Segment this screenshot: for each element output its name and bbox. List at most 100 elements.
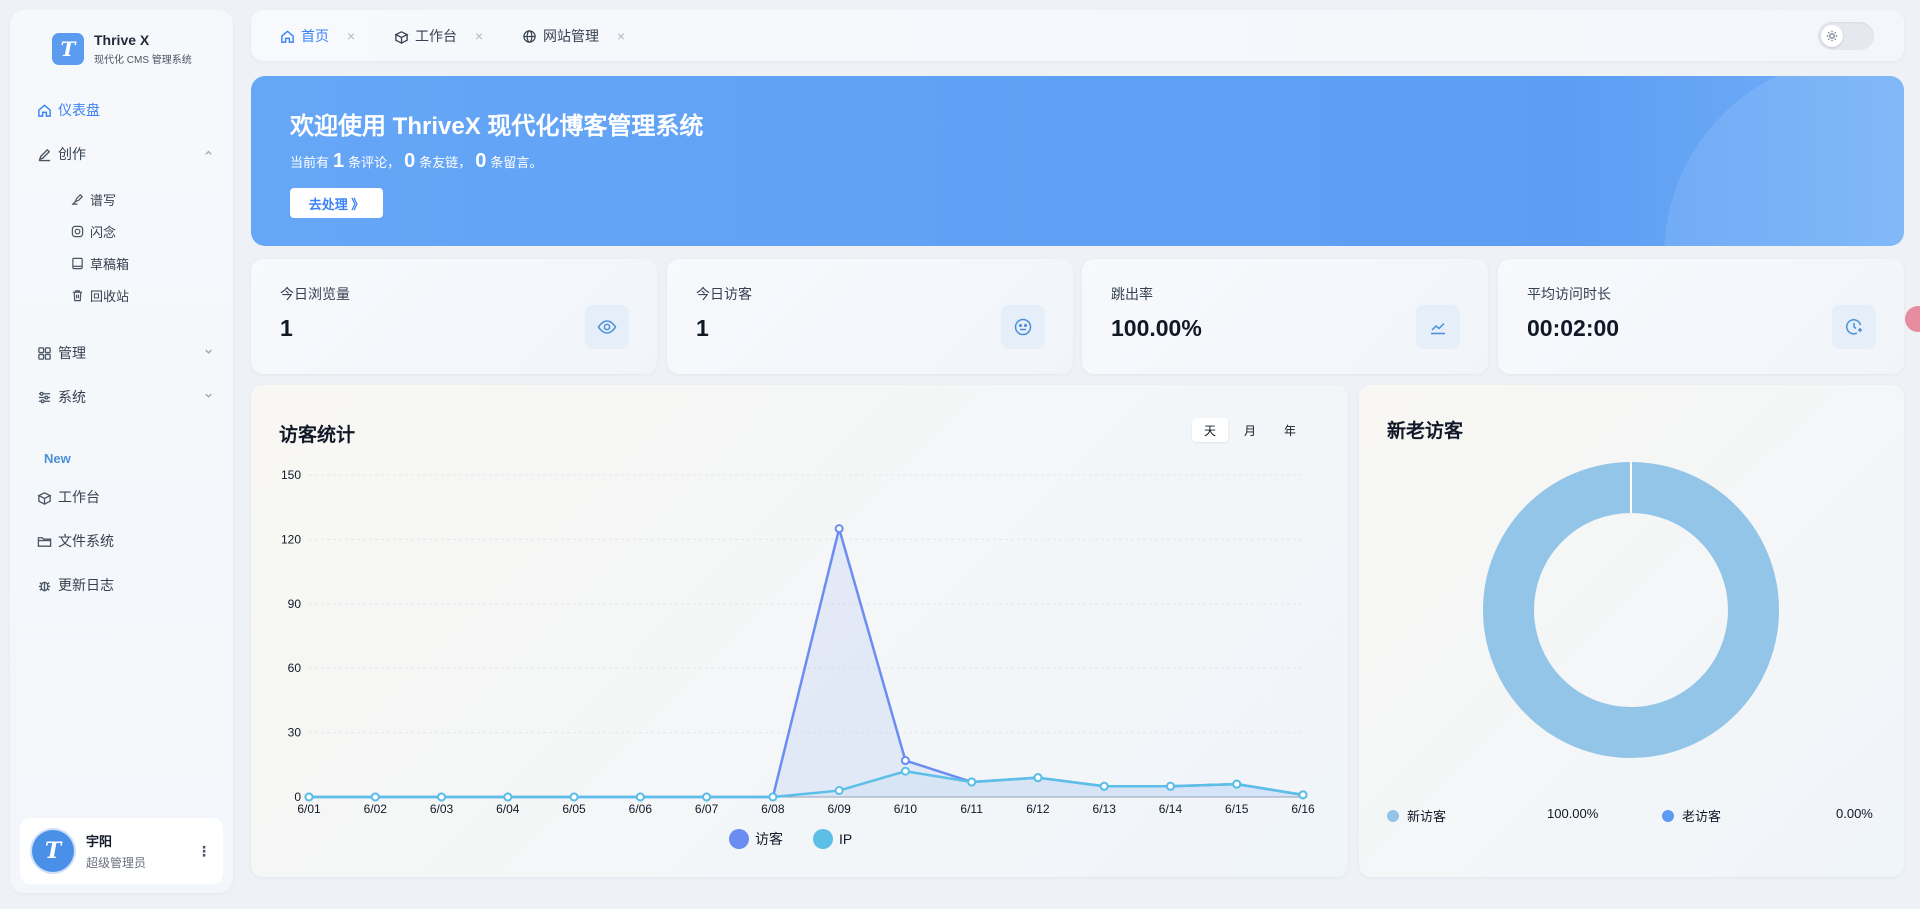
- legend-ip-swatch: [813, 829, 833, 849]
- sidebar-subitem-label: 闪念: [90, 224, 117, 240]
- close-icon[interactable]: ×: [617, 28, 625, 44]
- camera-icon: [70, 224, 84, 238]
- data-point: [967, 777, 977, 787]
- y-tick-label: 30: [288, 726, 302, 740]
- x-tick-label: 6/10: [894, 802, 918, 816]
- quill-icon: [70, 192, 84, 206]
- sidebar-item-label: 文件系统: [58, 533, 114, 549]
- chevron-down-icon: [203, 390, 214, 404]
- sidebar-item-dashboard[interactable]: 仪表盘: [36, 98, 226, 122]
- workbench-icon: [393, 28, 409, 44]
- process-button[interactable]: 去处理 》: [290, 188, 383, 218]
- close-icon[interactable]: ×: [475, 28, 483, 44]
- data-point: [1298, 790, 1308, 800]
- brand-name: Thrive X: [94, 32, 150, 48]
- link-label: 条友链，: [419, 155, 472, 170]
- clock-icon: [1832, 305, 1876, 349]
- sidebar-item-label: 工作台: [58, 489, 100, 505]
- legend-new-label: 新访客: [1407, 809, 1447, 824]
- data-point: [1033, 773, 1043, 783]
- stat-value: 1: [696, 315, 709, 341]
- legend-ip[interactable]: IP: [813, 829, 852, 849]
- x-tick-label: 6/13: [1093, 802, 1117, 816]
- home-icon: [36, 102, 52, 118]
- user-card[interactable]: T 宇阳 超级管理员 ⋮: [20, 818, 223, 884]
- link-count: 0: [404, 150, 416, 172]
- floating-badge[interactable]: [1905, 306, 1920, 332]
- data-point: [834, 524, 844, 534]
- legend-ip-label: IP: [839, 831, 853, 847]
- legend-new-swatch: [1387, 809, 1399, 822]
- visitor-donut-chart: [1483, 462, 1779, 758]
- sidebar-item-changelog[interactable]: 更新日志: [36, 573, 226, 597]
- sidebar-subitem-write[interactable]: 谱写: [70, 188, 116, 210]
- sidebar-item-label: 系统: [58, 389, 86, 405]
- data-point: [900, 756, 910, 766]
- comment-label: 条评论，: [348, 155, 401, 170]
- theme-toggle[interactable]: [1818, 22, 1874, 50]
- sidebar-subitem-trash[interactable]: 回收站: [70, 284, 129, 306]
- sidebar-item-system[interactable]: 系统: [36, 385, 226, 409]
- tab-workbench[interactable]: 工作台 ×: [393, 26, 483, 46]
- data-point: [635, 792, 645, 802]
- workbench-icon: [36, 489, 52, 505]
- legend-new-visitors[interactable]: 新访客: [1387, 806, 1446, 825]
- tab-home[interactable]: 首页 ×: [279, 26, 355, 46]
- sidebar-item-manage[interactable]: 管理: [36, 341, 226, 365]
- stat-card-bounce-rate: 跳出率 100.00%: [1082, 259, 1488, 374]
- sun-icon: [1821, 25, 1843, 47]
- brand[interactable]: T Thrive X 现代化 CMS 管理系统: [52, 32, 192, 66]
- x-tick-label: 6/07: [695, 802, 719, 816]
- data-point: [702, 792, 712, 802]
- x-tick-label: 6/01: [297, 802, 321, 816]
- data-point: [503, 792, 513, 802]
- stat-value: 00:02:00: [1527, 315, 1620, 341]
- sidebar-subitem-label: 回收站: [90, 288, 130, 304]
- close-icon[interactable]: ×: [347, 28, 355, 44]
- y-tick-label: 150: [281, 468, 301, 482]
- eye-icon: [585, 305, 629, 349]
- book-icon: [70, 256, 84, 270]
- banner-summary: 当前有 1 条评论， 0 条友链， 0 条留言。: [290, 150, 542, 173]
- x-tick-label: 6/16: [1291, 802, 1315, 816]
- stat-label: 今日浏览量: [280, 286, 350, 302]
- banner-decoration: [1664, 76, 1904, 246]
- data-point: [1165, 781, 1175, 791]
- stat-value: 100.00%: [1111, 315, 1202, 341]
- more-options-icon[interactable]: ⋮: [197, 843, 211, 860]
- sidebar-subitem-drafts[interactable]: 草稿箱: [70, 252, 129, 274]
- legend-visitors-swatch: [729, 829, 749, 849]
- sidebar-item-files[interactable]: 文件系统: [36, 529, 226, 553]
- sidebar-item-label: 创作: [58, 146, 86, 162]
- legend-new-value: 100.00%: [1547, 806, 1598, 821]
- trash-icon: [70, 288, 84, 302]
- welcome-banner: 欢迎使用 ThriveX 现代化博客管理系统 当前有 1 条评论， 0 条友链，…: [251, 76, 1904, 246]
- sidebar-item-workbench[interactable]: 工作台: [36, 485, 226, 509]
- sidebar-item-create[interactable]: 创作: [36, 142, 226, 166]
- x-tick-label: 6/08: [761, 802, 785, 816]
- message-label: 条留言。: [490, 155, 543, 170]
- stat-card-avg-duration: 平均访问时长 00:02:00: [1498, 259, 1904, 374]
- stat-card-visitors: 今日访客 1: [667, 259, 1073, 374]
- grid-icon: [36, 345, 52, 361]
- x-tick-label: 6/05: [562, 802, 586, 816]
- user-role: 超级管理员: [86, 856, 147, 870]
- user-name: 宇阳: [86, 834, 113, 849]
- x-tick-label: 6/11: [960, 802, 983, 816]
- tab-site-manage[interactable]: 网站管理 ×: [521, 26, 625, 46]
- data-point: [900, 766, 910, 776]
- y-tick-label: 90: [288, 597, 302, 611]
- comment-count: 1: [333, 150, 345, 172]
- data-point: [1099, 781, 1109, 791]
- visitor-line-chart: 03060901201506/01 6/02 6/03 6/04 6/05 6/06 6/0…: [281, 468, 1315, 816]
- globe-icon: [521, 28, 537, 44]
- data-point: [768, 792, 778, 802]
- visitor-stats-card: 访客统计 天 月 年 0 30 60 90 120 150 6/01 6/02 6/03 6/04…: [251, 385, 1348, 877]
- legend-old-visitors[interactable]: 老访客: [1662, 806, 1721, 825]
- legend-old-value: 0.00%: [1836, 806, 1873, 821]
- y-tick-label: 120: [281, 532, 301, 546]
- sidebar-subitem-flash[interactable]: 闪念: [70, 220, 116, 242]
- legend-visitors[interactable]: 访客: [729, 829, 783, 849]
- y-tick-label: 60: [288, 661, 302, 675]
- sidebar-item-label: 管理: [58, 345, 86, 361]
